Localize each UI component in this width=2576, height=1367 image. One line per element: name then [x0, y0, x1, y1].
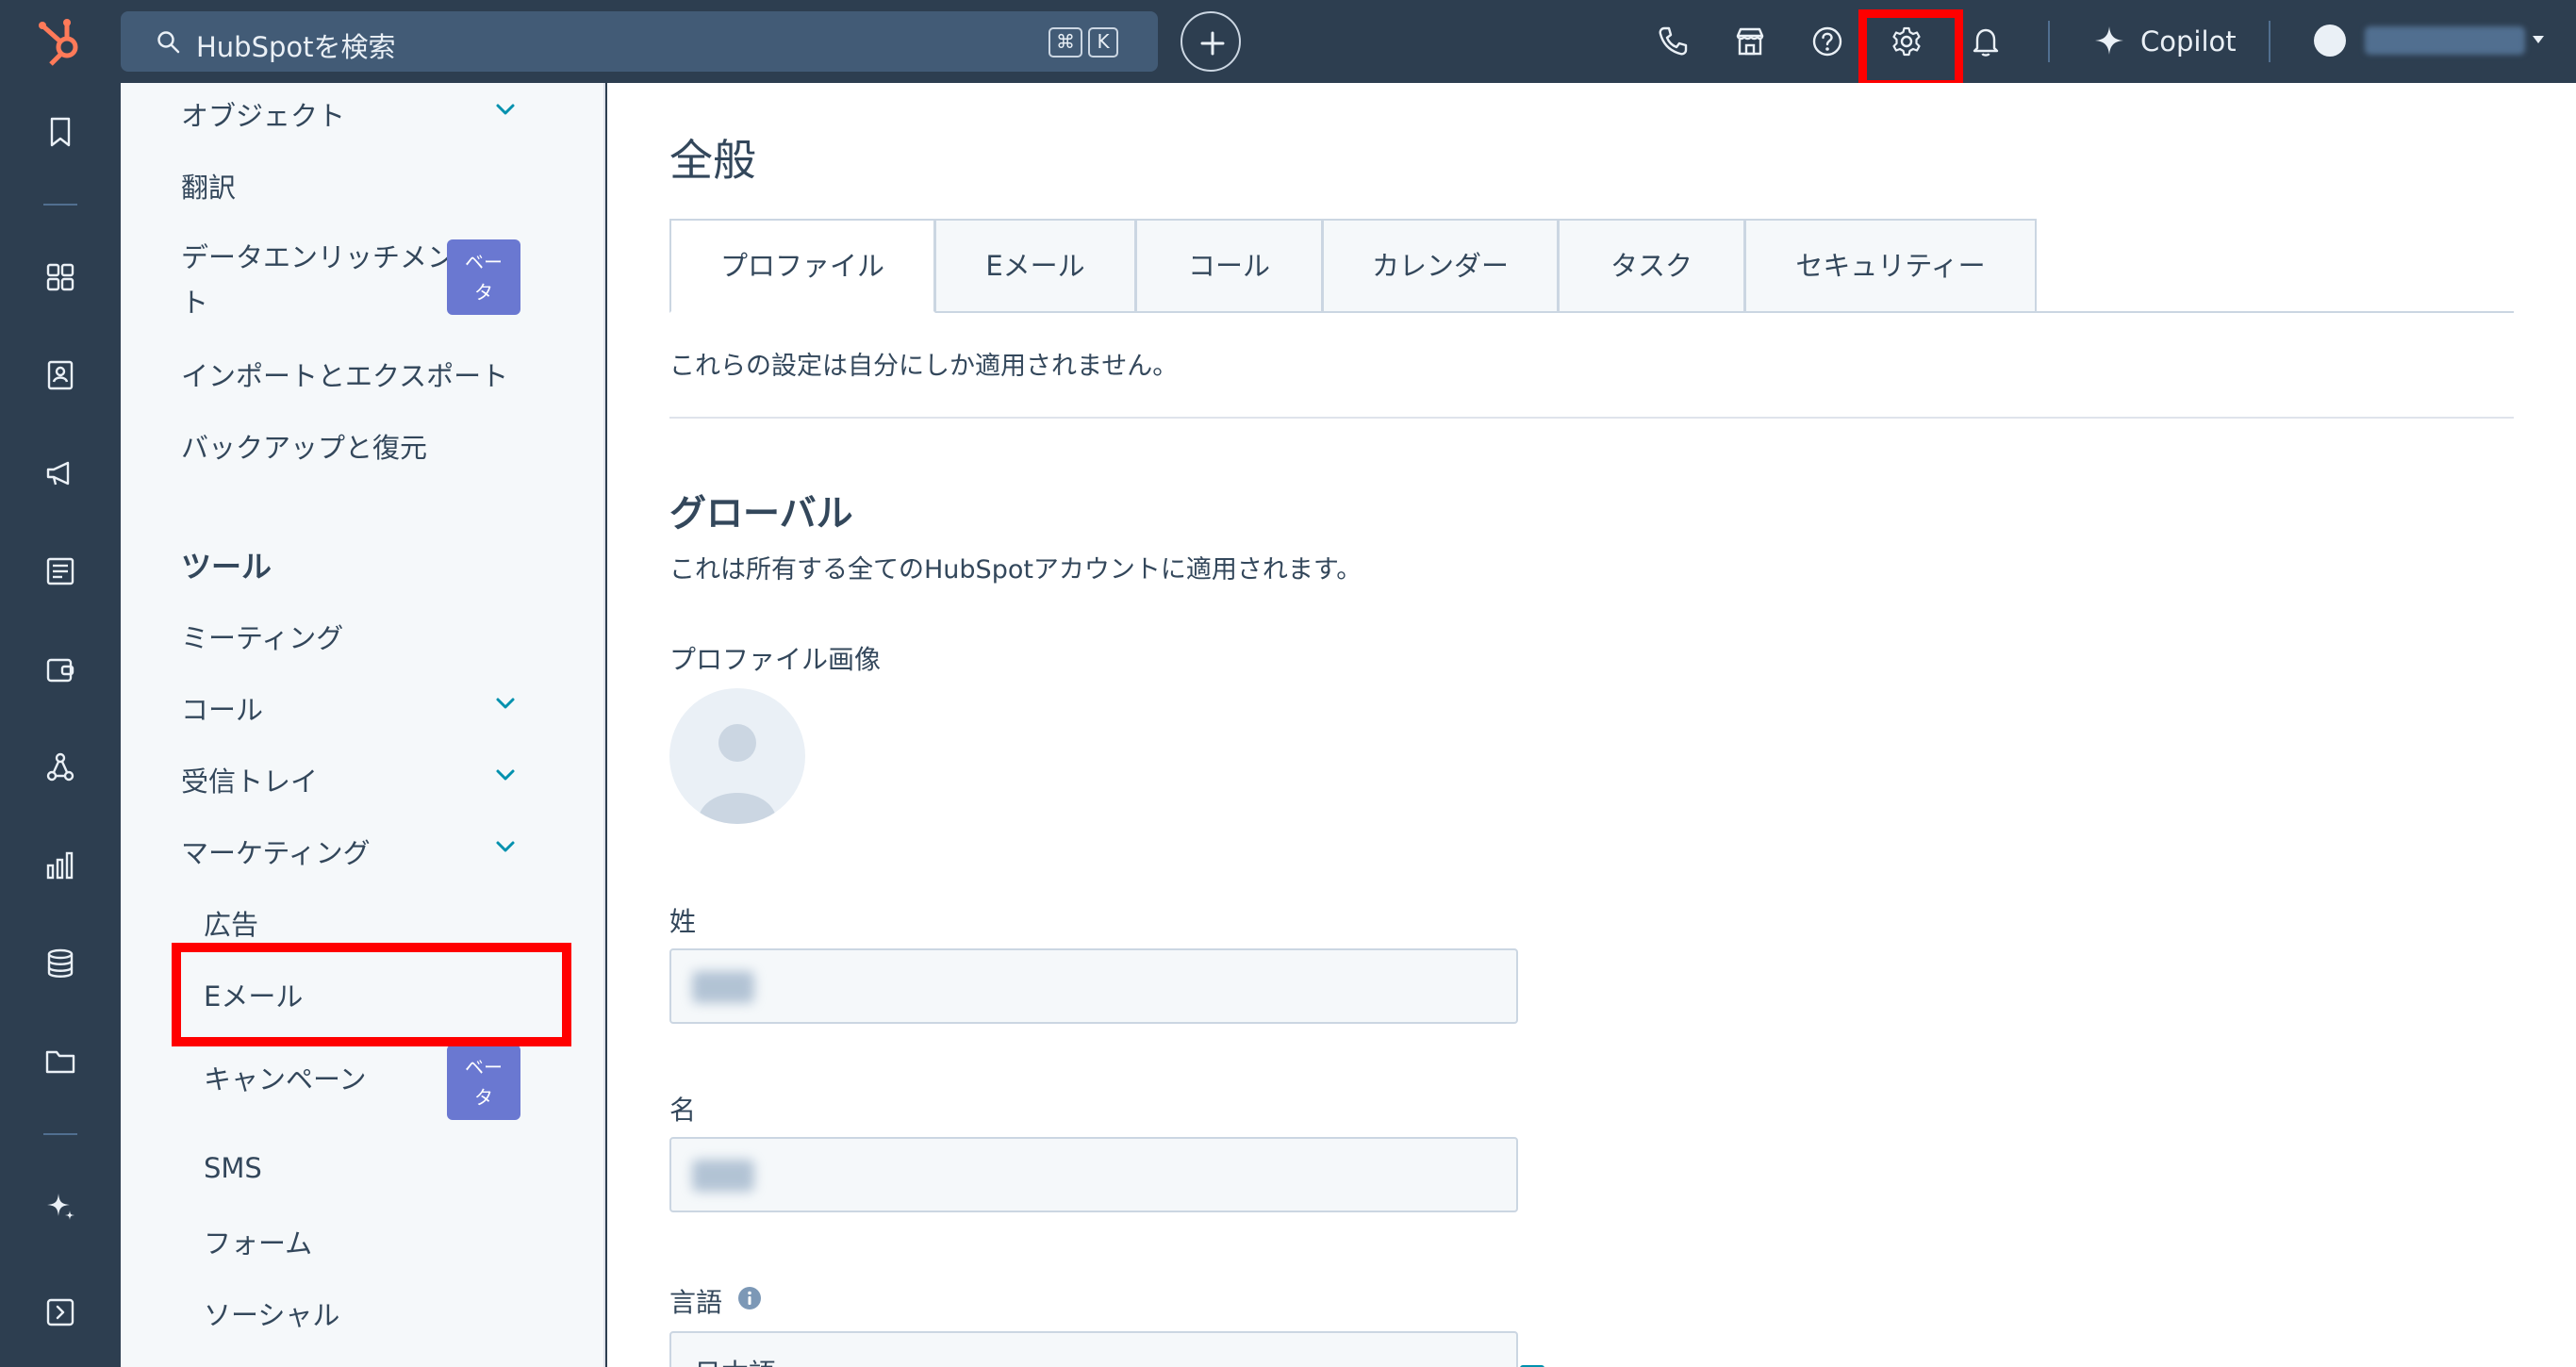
- hubspot-logo-icon[interactable]: [36, 17, 89, 66]
- marketing-megaphone-icon[interactable]: [43, 456, 77, 490]
- user-avatar[interactable]: [2314, 25, 2346, 57]
- plus-icon: [1200, 31, 1225, 56]
- create-new-button[interactable]: [1181, 11, 1241, 72]
- chevron-down-icon[interactable]: [492, 96, 519, 123]
- content-icon[interactable]: [43, 554, 77, 588]
- language-label: 言語: [669, 1287, 723, 1318]
- rail-divider: [43, 204, 77, 206]
- beta-badge-line1: ベー: [465, 251, 503, 273]
- chevron-down-icon[interactable]: [492, 762, 519, 788]
- section-description: これは所有する全てのHubSpotアカウントに適用されます。: [669, 555, 1362, 585]
- sidebar-item-calls[interactable]: コール: [181, 688, 263, 728]
- rail-divider: [43, 1133, 77, 1135]
- page-title: 全般: [669, 135, 756, 186]
- library-folder-icon[interactable]: [43, 1045, 77, 1079]
- beta-badge-line2: タ: [474, 1086, 493, 1109]
- left-icon-rail: [0, 83, 121, 1367]
- profile-image-label: プロファイル画像: [669, 644, 882, 675]
- sidebar-subitem-ads[interactable]: 広告: [204, 903, 258, 943]
- global-search-bar[interactable]: HubSpotを検索 ⌘ K: [121, 11, 1158, 72]
- sidebar-item-inbox[interactable]: 受信トレイ: [181, 760, 318, 799]
- automation-icon[interactable]: [43, 750, 77, 784]
- sidebar-item-objects[interactable]: オブジェクト: [181, 94, 345, 134]
- account-name-redacted[interactable]: [2365, 26, 2525, 55]
- tab-calendar[interactable]: カレンダー: [1323, 219, 1559, 313]
- search-icon: [157, 31, 180, 54]
- sidebar-subitem-forms[interactable]: フォーム: [204, 1222, 312, 1261]
- main-content: 全般 プロファイル Eメール コール カレンダー タスク セキュリティー これら…: [607, 83, 2576, 1367]
- language-selected-value: 日本語: [694, 1352, 776, 1367]
- settings-highlight-box: [1858, 9, 1963, 89]
- tab-calls[interactable]: コール: [1136, 219, 1323, 313]
- sidebar-item-import-export[interactable]: インポートとエクスポート: [181, 354, 508, 394]
- section-divider: [669, 417, 2514, 419]
- shortcut-k-key: K: [1088, 27, 1118, 58]
- expand-sidebar-icon[interactable]: [43, 1295, 77, 1329]
- topbar-divider: [2048, 21, 2050, 62]
- language-select[interactable]: 日本語: [669, 1331, 1544, 1367]
- beta-badge: ベー タ: [447, 1045, 520, 1120]
- tab-profile[interactable]: プロファイル: [669, 219, 935, 313]
- sidebar-item-marketing[interactable]: マーケティング: [181, 832, 371, 871]
- profile-image-avatar[interactable]: [669, 688, 805, 824]
- tabs-baseline: [2037, 311, 2514, 313]
- tab-email[interactable]: Eメール: [935, 219, 1136, 313]
- chevron-down-icon[interactable]: [492, 833, 519, 860]
- marketplace-icon[interactable]: [1733, 25, 1767, 58]
- sidebar-item-translation[interactable]: 翻訳: [181, 166, 236, 206]
- workspaces-grid-icon[interactable]: [43, 260, 77, 294]
- sidebar-item-data-enrichment[interactable]: データエンリッチメン: [181, 236, 454, 275]
- notifications-bell-icon[interactable]: [1969, 25, 2003, 58]
- beta-badge-line1: ベー: [465, 1056, 503, 1079]
- contacts-icon[interactable]: [43, 358, 77, 392]
- sparkle-icon: [2095, 26, 2123, 55]
- topbar-divider: [2269, 21, 2271, 62]
- section-heading-global: グローバル: [669, 493, 853, 535]
- chevron-down-icon[interactable]: [492, 690, 519, 716]
- top-navigation-bar: HubSpotを検索 ⌘ K Copilot: [0, 0, 2576, 89]
- beta-badge: ベー タ: [447, 239, 520, 315]
- info-icon[interactable]: [737, 1286, 762, 1310]
- default-user-icon: [698, 724, 777, 824]
- last-name-input[interactable]: [669, 948, 1518, 1024]
- phone-icon[interactable]: [1656, 25, 1690, 58]
- sidebar-item-backup-restore[interactable]: バックアップと復元: [181, 426, 427, 466]
- settings-scope-note: これらの設定は自分にしか適用されません。: [669, 352, 1179, 381]
- sidebar-subitem-campaigns[interactable]: キャンペーン: [204, 1058, 367, 1097]
- sidebar-section-tools: ツール: [181, 549, 272, 585]
- settings-sidebar: オブジェクト 翻訳 データエンリッチメン ト ベー タ インポートとエクスポート…: [121, 83, 605, 1367]
- shortcut-command-key: ⌘: [1049, 27, 1082, 58]
- email-highlight-box: [172, 943, 571, 1046]
- first-name-label: 名: [669, 1095, 697, 1126]
- copilot-label: Copilot: [2140, 25, 2237, 58]
- sidebar-subitem-sms[interactable]: SMS: [204, 1152, 262, 1184]
- reporting-bars-icon[interactable]: [43, 848, 77, 882]
- breeze-sparkle-icon[interactable]: [43, 1190, 77, 1224]
- sidebar-item-data-enrichment-line2[interactable]: ト: [181, 281, 208, 321]
- tab-security[interactable]: セキュリティー: [1745, 219, 2037, 313]
- help-icon[interactable]: [1810, 25, 1844, 58]
- search-placeholder: HubSpotを検索: [196, 31, 396, 63]
- beta-badge-line2: タ: [474, 281, 493, 304]
- tab-tasks[interactable]: タスク: [1559, 219, 1745, 313]
- account-menu-caret-icon[interactable]: [2533, 36, 2544, 43]
- last-name-label: 姓: [669, 906, 697, 937]
- data-management-database-icon[interactable]: [43, 947, 77, 980]
- commerce-wallet-icon[interactable]: [43, 652, 77, 686]
- first-name-value-redacted: [692, 1160, 754, 1192]
- bookmark-icon[interactable]: [43, 115, 77, 149]
- last-name-value-redacted: [692, 971, 754, 1003]
- sidebar-subitem-social[interactable]: ソーシャル: [204, 1293, 339, 1333]
- first-name-input[interactable]: [669, 1137, 1518, 1212]
- sidebar-item-meetings[interactable]: ミーティング: [181, 617, 343, 656]
